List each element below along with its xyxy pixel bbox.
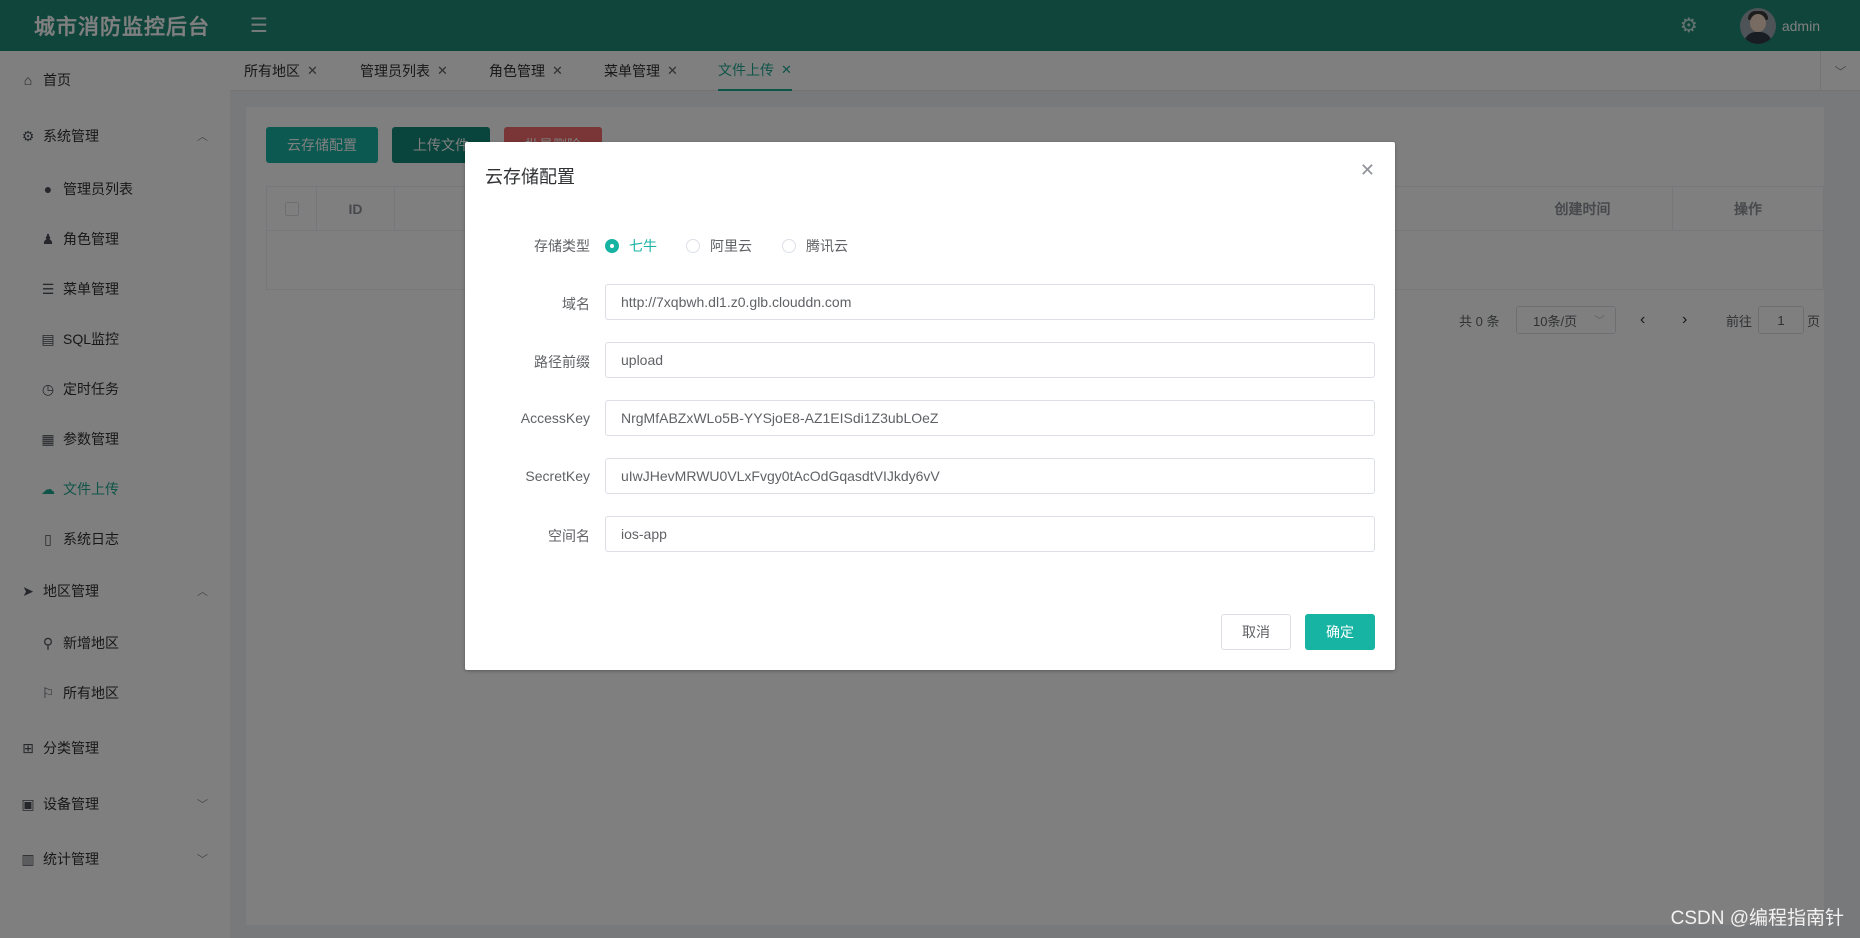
dialog-title: 云存储配置 bbox=[485, 167, 575, 187]
field-label-bucket: 空间名 bbox=[548, 528, 590, 544]
field-label-accesskey: AccessKey bbox=[520, 410, 590, 426]
close-icon[interactable]: ✕ bbox=[1360, 160, 1375, 181]
radio-qiniu[interactable]: 七牛 bbox=[605, 236, 657, 256]
cancel-button[interactable]: 取消 bbox=[1221, 614, 1291, 650]
field-label-domain: 域名 bbox=[562, 296, 590, 312]
radio-dot bbox=[782, 239, 796, 253]
cloud-storage-dialog: 云存储配置 ✕ 存储类型 七牛 阿里云 腾讯云 域名 http://7xqbwh… bbox=[465, 142, 1395, 670]
storage-type-label: 存储类型 bbox=[534, 238, 590, 254]
bucket-name-input[interactable]: ios-app bbox=[605, 516, 1375, 552]
radio-dot bbox=[686, 239, 700, 253]
access-key-input[interactable]: NrgMfABZxWLo5B-YYSjoE8-AZ1EISdi1Z3ubLOeZ bbox=[605, 400, 1375, 436]
radio-dot bbox=[605, 239, 619, 253]
radio-tencent[interactable]: 腾讯云 bbox=[782, 236, 848, 256]
watermark: CSDN @编程指南针 bbox=[1670, 908, 1844, 929]
radio-label: 腾讯云 bbox=[806, 238, 848, 254]
confirm-button[interactable]: 确定 bbox=[1305, 614, 1375, 650]
radio-label: 七牛 bbox=[629, 238, 657, 254]
radio-label: 阿里云 bbox=[710, 238, 752, 254]
path-prefix-input[interactable]: upload bbox=[605, 342, 1375, 378]
domain-input[interactable]: http://7xqbwh.dl1.z0.glb.clouddn.com bbox=[605, 284, 1375, 320]
secret-key-input[interactable]: uIwJHevMRWU0VLxFvgy0tAcOdGqasdtVIJkdy6vV bbox=[605, 458, 1375, 494]
field-label-secretkey: SecretKey bbox=[525, 468, 590, 484]
field-label-prefix: 路径前缀 bbox=[534, 354, 590, 370]
radio-aliyun[interactable]: 阿里云 bbox=[686, 236, 752, 256]
